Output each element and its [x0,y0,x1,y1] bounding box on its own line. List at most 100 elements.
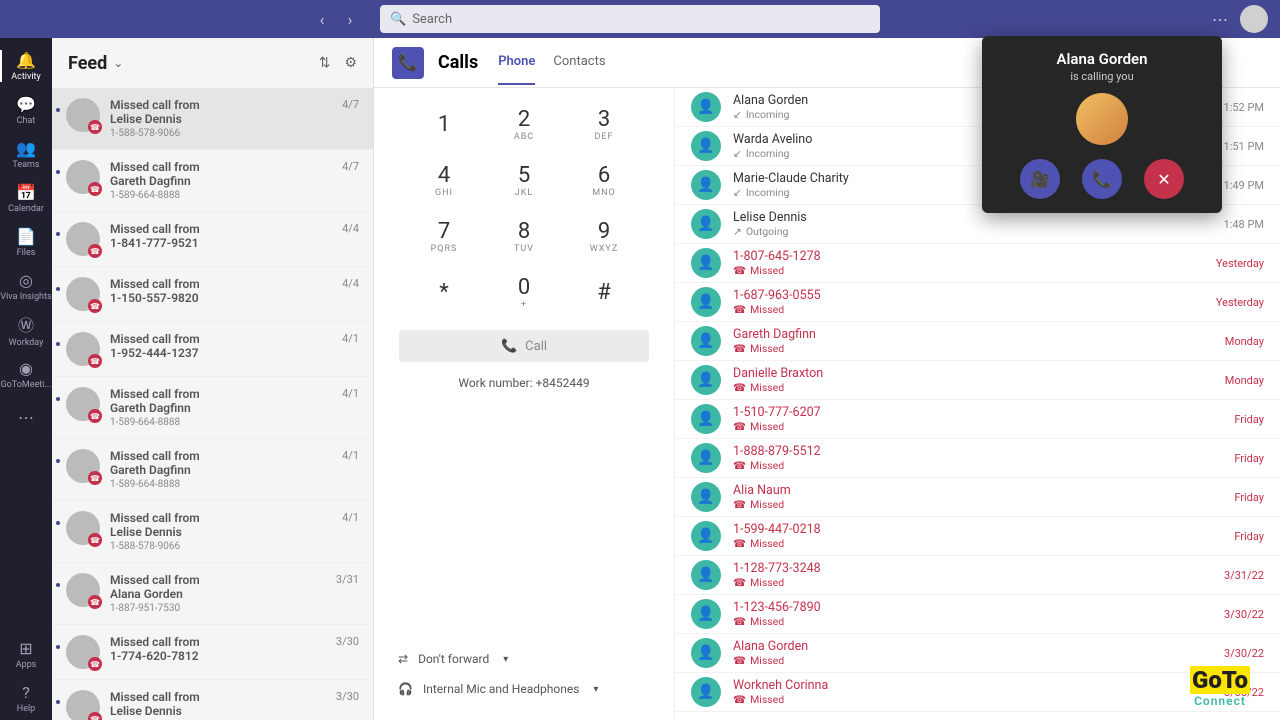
feed-sub: 1-589-664-8888 [110,190,336,201]
rail-help[interactable]: ?Help [0,676,52,720]
help-icon: ? [22,683,30,702]
nav-back[interactable]: ‹ [312,9,332,29]
dialpad-key-4[interactable]: 4GHI [404,152,484,208]
unread-dot [56,521,60,525]
dialpad-key-8[interactable]: 8TUV [484,208,564,264]
nav-forward[interactable]: › [340,9,360,29]
caller-avatar [1076,93,1128,145]
feed-avatar [66,222,100,256]
feed-date: 4/1 [342,387,359,428]
feed-item[interactable]: Missed call from Lelise Dennis 1-588-578… [52,88,373,150]
chevron-down-icon[interactable]: ⌄ [113,56,123,70]
history-item[interactable]: 👤 1-807-645-1278 ☎ Missed Yesterday [675,244,1280,283]
call-time: 3/30/22 [1224,647,1264,660]
dialpad-key-*[interactable]: * [404,264,484,320]
feed-item[interactable]: Missed call from 1-150-557-9820 4/4 [52,267,373,322]
dialpad: 12ABC3DEF 4GHI5JKL6MNO 7PQRS8TUV9WXYZ *0+# [404,96,644,320]
rail-activity[interactable]: 🔔Activity [0,44,52,88]
history-item[interactable]: 👤 Gareth Dagfinn ☎ Missed Monday [675,322,1280,361]
accept-audio-button[interactable]: 📞 [1082,159,1122,199]
feed-avatar [66,449,100,483]
feed-line1: Missed call from [110,387,336,401]
feed-line1: Missed call from [110,449,336,463]
dialpad-key-6[interactable]: 6MNO [564,152,644,208]
feed-item[interactable]: Missed call from Gareth Dagfinn 1-589-66… [52,439,373,501]
device-setting[interactable]: 🎧 Internal Mic and Headphones ▾ [398,674,650,704]
history-item[interactable]: 👤 1-123-456-7890 ☎ Missed 3/30/22 [675,595,1280,634]
feed-item[interactable]: Missed call from Alana Gorden 1-887-951-… [52,563,373,625]
feed-item[interactable]: Missed call from 1-774-620-7812 3/30 [52,625,373,680]
unread-dot [56,232,60,236]
history-item[interactable]: 👤 1-888-879-5512 ☎ Missed Friday [675,439,1280,478]
contact-name: 1-128-773-3248 [733,561,1224,576]
settings-icon[interactable]: ⚙ [344,55,357,71]
user-avatar[interactable] [1240,5,1268,33]
calls-title: Calls [438,52,478,73]
tab-phone[interactable]: Phone [498,40,535,85]
contact-avatar: 👤 [691,209,721,239]
rail-chat[interactable]: 💬Chat [0,88,52,132]
contact-name: 1-510-777-6207 [733,405,1234,420]
call-time: 3/30/22 [1224,608,1264,621]
rail-files[interactable]: 📄Files [0,220,52,264]
dialpad-key-#[interactable]: # [564,264,644,320]
dialpad-key-7[interactable]: 7PQRS [404,208,484,264]
feed-item[interactable]: Missed call from Gareth Dagfinn 1-589-66… [52,377,373,439]
dialpad-key-5[interactable]: 5JKL [484,152,564,208]
calls-app-icon: 📞 [392,47,424,79]
dialpad-key-3[interactable]: 3DEF [564,96,644,152]
dialpad-key-1[interactable]: 1 [404,96,484,152]
feed-panel: Feed ⌄ ⇅ ⚙ Missed call from Lelise Denni… [52,38,374,720]
feed-date: 4/7 [342,160,359,201]
goto-connect-label: Connect [1190,694,1250,708]
unread-dot [56,170,60,174]
dialpad-key-0[interactable]: 0+ [484,264,564,320]
feed-avatar [66,160,100,194]
feed-item[interactable]: Missed call from Lelise Dennis 1-588-578… [52,501,373,563]
workday-icon: Ⓦ [18,312,34,336]
history-item[interactable]: 👤 Alia Naum ☎ Missed Friday [675,478,1280,517]
rail-viva[interactable]: ◎Viva Insights [0,264,52,308]
dialpad-key-9[interactable]: 9WXYZ [564,208,644,264]
tab-contacts[interactable]: Contacts [553,40,605,85]
feed-item[interactable]: Missed call from 1-841-777-9521 4/4 [52,212,373,267]
history-item[interactable]: 👤 1-599-447-0218 ☎ Missed Friday [675,517,1280,556]
rail-teams[interactable]: 👥Teams [0,132,52,176]
call-direction-icon: ↙ [733,147,742,160]
app-rail: 🔔Activity 💬Chat 👥Teams 📅Calendar 📄Files … [0,38,52,720]
feed-date: 3/30 [336,690,359,720]
contact-avatar: 👤 [691,443,721,473]
rail-workday[interactable]: ⓌWorkday [0,308,52,352]
accept-video-button[interactable]: 🎥 [1020,159,1060,199]
history-item[interactable]: 👤 1-687-963-0555 ☎ Missed Yesterday [675,283,1280,322]
feed-line2: Gareth Dagfinn [110,463,336,477]
history-item[interactable]: 👤 1-510-777-6207 ☎ Missed Friday [675,400,1280,439]
feed-date: 3/31 [336,573,359,614]
forward-setting[interactable]: ⇄ Don't forward ▾ [398,644,650,674]
bell-icon: 🔔 [16,51,36,70]
history-item[interactable]: 👤 1-128-773-3248 ☎ Missed 3/31/22 [675,556,1280,595]
call-status: ☎ Missed [733,459,1234,472]
decline-button[interactable]: ✕ [1144,159,1184,199]
more-icon[interactable]: ⋯ [1212,10,1228,29]
call-direction-icon: ↙ [733,108,742,121]
rail-apps[interactable]: ⊞Apps [0,632,52,676]
feed-item[interactable]: Missed call from Gareth Dagfinn 1-589-66… [52,150,373,212]
rail-more[interactable]: ⋯ [0,396,52,440]
call-status: ☎ Missed [733,576,1224,589]
contact-avatar: 👤 [691,170,721,200]
feed-item[interactable]: Missed call from 1-952-444-1237 4/1 [52,322,373,377]
search-input[interactable]: 🔍 Search [380,5,880,33]
unread-dot [56,700,60,704]
call-button[interactable]: 📞 Call [399,330,649,362]
dialpad-key-2[interactable]: 2ABC [484,96,564,152]
contact-avatar: 👤 [691,326,721,356]
caller-subtext: is calling you [1070,70,1133,83]
call-status: ☎ Missed [733,537,1234,550]
rail-calendar[interactable]: 📅Calendar [0,176,52,220]
history-item[interactable]: 👤 Danielle Braxton ☎ Missed Monday [675,361,1280,400]
rail-gotomeet[interactable]: ◉GoToMeeti... [0,352,52,396]
feed-item[interactable]: Missed call from Lelise Dennis 1-588-578… [52,680,373,720]
filter-icon[interactable]: ⇅ [319,55,331,71]
contact-name: 1-123-456-7890 [733,600,1224,615]
